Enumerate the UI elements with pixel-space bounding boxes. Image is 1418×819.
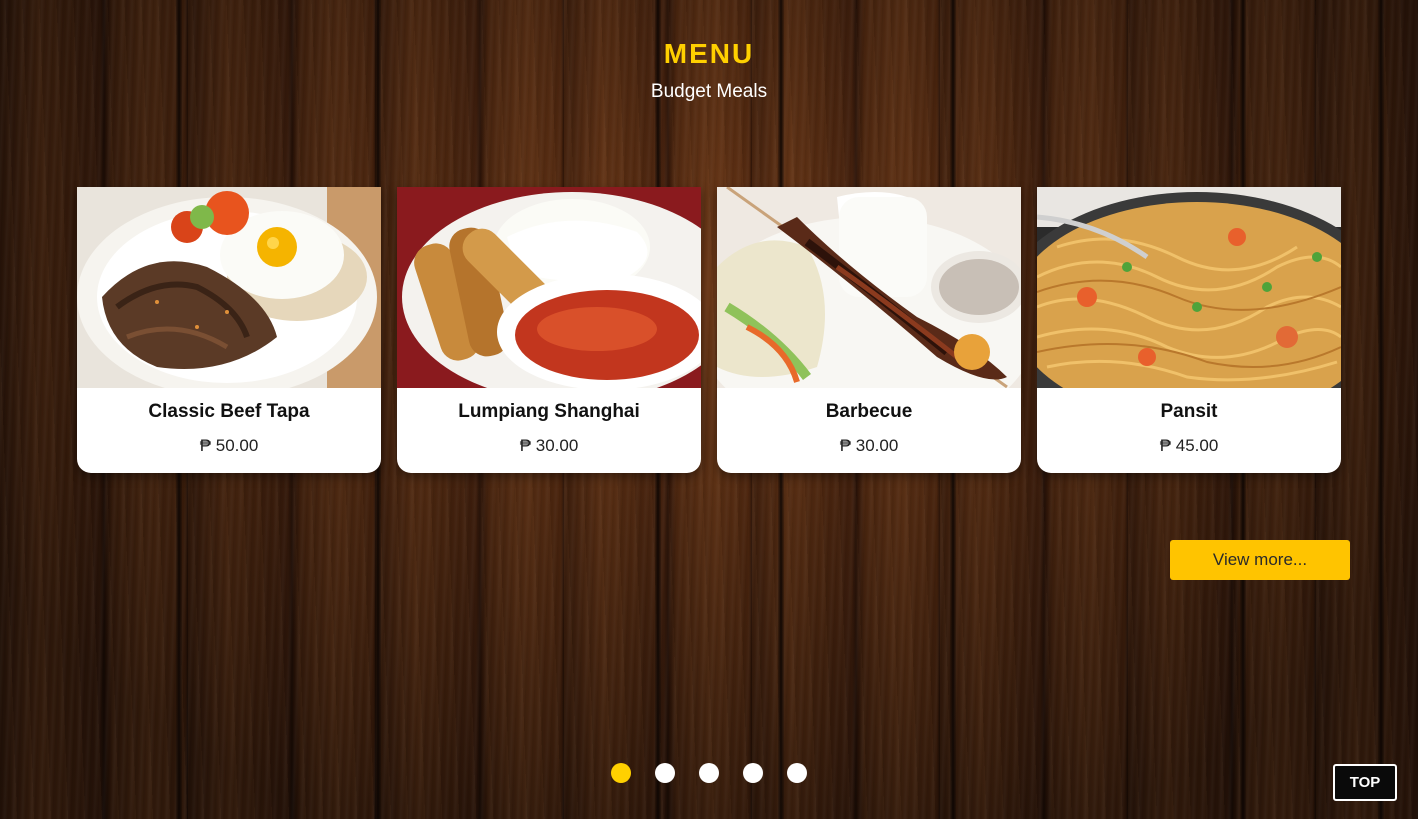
- menu-item-name: Pansit: [1160, 401, 1218, 422]
- carousel-dot-2[interactable]: [655, 763, 675, 783]
- pansit-photo: [1037, 187, 1341, 388]
- menu-carousel: Classic Beef Tapa ₱ 50.00 Lumpiang Shang…: [77, 187, 1341, 473]
- menu-item-price: ₱ 30.00: [519, 436, 579, 455]
- menu-item-name: Classic Beef Tapa: [148, 401, 310, 422]
- menu-card-barbecue[interactable]: Barbecue ₱ 30.00: [717, 187, 1021, 473]
- carousel-dot-1[interactable]: [611, 763, 631, 783]
- menu-header: MENU Budget Meals: [0, 36, 1418, 104]
- beef-tapa-photo: [77, 187, 381, 388]
- page-title: MENU: [663, 38, 755, 69]
- carousel-dot-4[interactable]: [743, 763, 763, 783]
- page-subtitle: Budget Meals: [650, 81, 768, 102]
- barbecue-photo: [717, 187, 1021, 388]
- menu-card-pansit[interactable]: Pansit ₱ 45.00: [1037, 187, 1341, 473]
- back-to-top-button[interactable]: TOP: [1333, 764, 1397, 801]
- carousel-dot-3[interactable]: [699, 763, 719, 783]
- menu-item-name: Lumpiang Shanghai: [458, 401, 640, 422]
- menu-card-beef-tapa[interactable]: Classic Beef Tapa ₱ 50.00: [77, 187, 381, 473]
- lumpiang-shanghai-photo: [397, 187, 701, 388]
- menu-item-price: ₱ 30.00: [839, 436, 899, 455]
- carousel-dot-5[interactable]: [787, 763, 807, 783]
- menu-item-price: ₱ 50.00: [199, 436, 259, 455]
- menu-item-price: ₱ 45.00: [1159, 436, 1219, 455]
- wood-seam: [1378, 0, 1384, 819]
- carousel-pagination: [611, 763, 807, 783]
- menu-card-lumpiang-shanghai[interactable]: Lumpiang Shanghai ₱ 30.00: [397, 187, 701, 473]
- menu-item-name: Barbecue: [825, 401, 913, 422]
- view-more-button[interactable]: View more...: [1170, 540, 1350, 580]
